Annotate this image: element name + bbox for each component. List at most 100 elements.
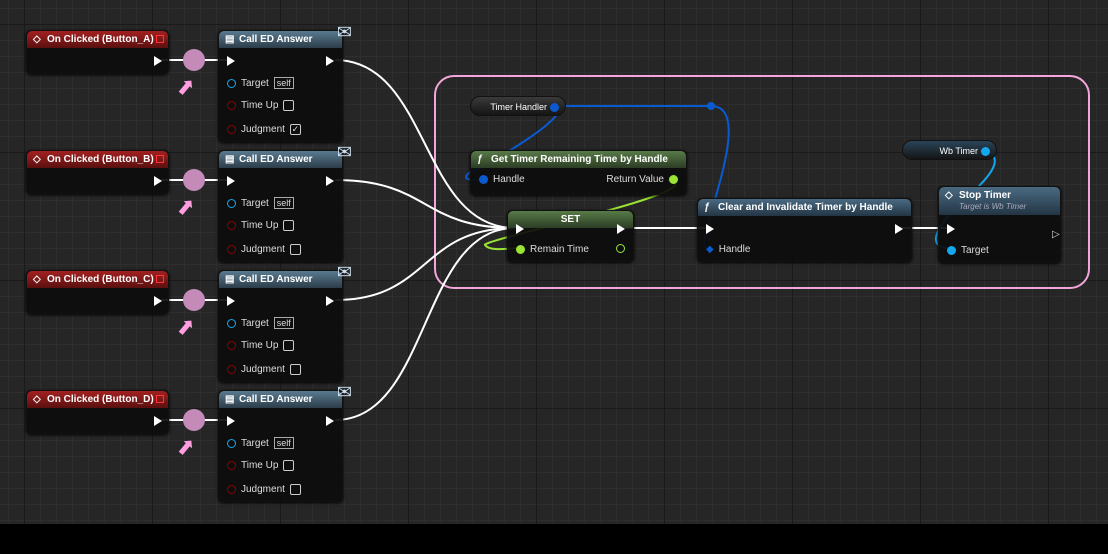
pin-label: Judgment bbox=[241, 244, 285, 255]
exec-in-pin[interactable] bbox=[227, 416, 235, 426]
function-icon: ƒ bbox=[477, 154, 483, 165]
exec-out-pin[interactable] bbox=[154, 296, 162, 306]
on-clicked-event-node[interactable]: ◇ On Clicked (Button_D) bbox=[26, 390, 169, 434]
node-header: ◇ On Clicked (Button_B) bbox=[27, 151, 168, 168]
exec-out-pin[interactable] bbox=[154, 176, 162, 186]
event-call-icon: ▤ bbox=[225, 154, 235, 165]
event-diamond-icon: ◇ bbox=[33, 34, 41, 45]
exec-out-pin[interactable] bbox=[326, 416, 334, 426]
pin-label: Target bbox=[241, 437, 269, 449]
bool-pin[interactable] bbox=[227, 101, 236, 110]
delegate-pin[interactable] bbox=[156, 155, 164, 163]
node-title: On Clicked (Button_D) bbox=[47, 394, 154, 405]
node-header: ◇ On Clicked (Button_C) bbox=[27, 271, 168, 288]
pin-label: Time Up bbox=[241, 340, 279, 351]
node-title: Get Timer Remaining Time by Handle bbox=[491, 154, 668, 165]
reroute-node bbox=[707, 102, 715, 110]
bool-pin[interactable] bbox=[227, 221, 236, 230]
event-diamond-icon: ◇ bbox=[945, 190, 953, 201]
event-diamond-icon: ◇ bbox=[33, 274, 41, 285]
bool-pin[interactable] bbox=[227, 245, 236, 254]
struct-pin[interactable] bbox=[479, 175, 488, 184]
struct-ref-pin[interactable]: ◆ bbox=[706, 244, 714, 255]
struct-pin[interactable] bbox=[550, 103, 559, 112]
delegate-pin[interactable] bbox=[156, 35, 164, 43]
call-ed-answer-node[interactable]: ▤ Call ED Answer ✉ Target self Time Up Jud… bbox=[218, 142, 352, 262]
event-call-icon: ▤ bbox=[225, 394, 235, 405]
target-value: self bbox=[273, 317, 294, 329]
float-pin[interactable] bbox=[669, 175, 678, 184]
object-pin[interactable] bbox=[227, 78, 236, 88]
on-clicked-event-node[interactable]: ◇ On Clicked (Button_A) bbox=[26, 30, 169, 74]
event-diamond-icon: ◇ bbox=[33, 154, 41, 165]
timer-handler-getter[interactable]: Timer Handler bbox=[470, 96, 566, 116]
call-ed-answer-node[interactable]: ▤ Call ED Answer ✉ Target self Time Up Jud… bbox=[218, 262, 352, 382]
call-ed-answer-node[interactable]: ▤ Call ED Answer ✉ Target self Time Up Jud… bbox=[218, 22, 352, 142]
pin-label: Target bbox=[241, 317, 269, 329]
pin-label: Return Value bbox=[606, 174, 664, 185]
judgment-checkbox[interactable] bbox=[289, 484, 301, 495]
pin-label: Judgment bbox=[241, 484, 285, 495]
exec-in-pin[interactable] bbox=[947, 224, 955, 234]
exec-out-pin[interactable]: ▷ bbox=[1044, 224, 1060, 240]
float-pin[interactable] bbox=[516, 245, 525, 254]
pin-label: Time Up bbox=[241, 100, 279, 111]
bool-pin[interactable] bbox=[227, 461, 236, 470]
get-timer-remaining-node[interactable]: ƒ Get Timer Remaining Time by Handle Hand… bbox=[470, 150, 687, 195]
float-out-pin[interactable] bbox=[616, 244, 625, 253]
exec-in-pin[interactable] bbox=[706, 224, 714, 234]
on-clicked-event-node[interactable]: ◇ On Clicked (Button_B) bbox=[26, 150, 169, 194]
delegate-pin[interactable] bbox=[156, 275, 164, 283]
on-clicked-event-node[interactable]: ◇ On Clicked (Button_C) bbox=[26, 270, 169, 314]
call-ed-answer-node[interactable]: ▤ Call ED Answer ✉ Target self Time Up Jud… bbox=[218, 382, 352, 502]
pin-label: Time Up bbox=[241, 460, 279, 471]
judgment-checkbox[interactable]: ✓ bbox=[289, 124, 301, 135]
reroute-node[interactable] bbox=[183, 409, 205, 431]
reroute-node[interactable] bbox=[183, 289, 205, 311]
judgment-checkbox[interactable] bbox=[289, 364, 301, 375]
time-up-checkbox[interactable] bbox=[283, 340, 295, 351]
object-pin[interactable] bbox=[227, 198, 236, 208]
pin-label: Handle bbox=[493, 174, 525, 185]
node-header: ▤ Call ED Answer bbox=[219, 391, 342, 408]
exec-in-pin[interactable] bbox=[227, 56, 235, 66]
node-header: ▤ Call ED Answer bbox=[219, 271, 342, 288]
object-pin[interactable] bbox=[947, 246, 956, 255]
delegate-pin[interactable] bbox=[156, 395, 164, 403]
exec-out-pin[interactable] bbox=[326, 176, 334, 186]
bool-pin[interactable] bbox=[227, 341, 236, 350]
exec-out-pin[interactable] bbox=[154, 416, 162, 426]
exec-out-pin[interactable] bbox=[326, 56, 334, 66]
exec-in-pin[interactable] bbox=[227, 176, 235, 186]
clear-invalidate-timer-node[interactable]: ƒ Clear and Invalidate Timer by Handle ◆ H… bbox=[697, 198, 912, 262]
bool-pin[interactable] bbox=[227, 485, 236, 494]
object-pin[interactable] bbox=[981, 147, 990, 156]
object-pin[interactable] bbox=[227, 318, 236, 328]
reroute-node[interactable] bbox=[183, 169, 205, 191]
event-diamond-icon: ◇ bbox=[33, 394, 41, 405]
bool-pin[interactable] bbox=[227, 365, 236, 374]
time-up-checkbox[interactable] bbox=[283, 220, 295, 231]
judgment-checkbox[interactable] bbox=[289, 244, 301, 255]
exec-out-pin[interactable] bbox=[895, 224, 903, 234]
blueprint-graph-canvas[interactable]: ◇ On Clicked (Button_A) ⬆ ▤ Call ED Answer… bbox=[0, 0, 1108, 524]
exec-out-pin[interactable] bbox=[617, 224, 625, 234]
bool-pin[interactable] bbox=[227, 125, 236, 134]
exec-out-pin[interactable] bbox=[154, 56, 162, 66]
exec-out-pin[interactable] bbox=[326, 296, 334, 306]
exec-in-pin[interactable] bbox=[516, 224, 524, 234]
time-up-checkbox[interactable] bbox=[283, 460, 295, 471]
node-title: Call ED Answer bbox=[239, 154, 313, 165]
node-header: ƒ Get Timer Remaining Time by Handle bbox=[471, 151, 686, 168]
object-pin[interactable] bbox=[227, 438, 236, 448]
target-value: self bbox=[273, 437, 294, 449]
target-value: self bbox=[273, 197, 294, 209]
node-header: ▤ Call ED Answer bbox=[219, 151, 342, 168]
exec-in-pin[interactable] bbox=[227, 296, 235, 306]
set-remain-time-node[interactable]: SET Remain Time bbox=[507, 210, 634, 262]
stop-timer-node[interactable]: ◇ Stop Timer Target is Wb Timer ▷ Target bbox=[938, 186, 1061, 263]
reroute-node[interactable] bbox=[183, 49, 205, 71]
time-up-checkbox[interactable] bbox=[283, 100, 295, 111]
wb-timer-getter[interactable]: Wb Timer bbox=[902, 140, 997, 160]
envelope-icon: ✉ bbox=[336, 142, 352, 162]
